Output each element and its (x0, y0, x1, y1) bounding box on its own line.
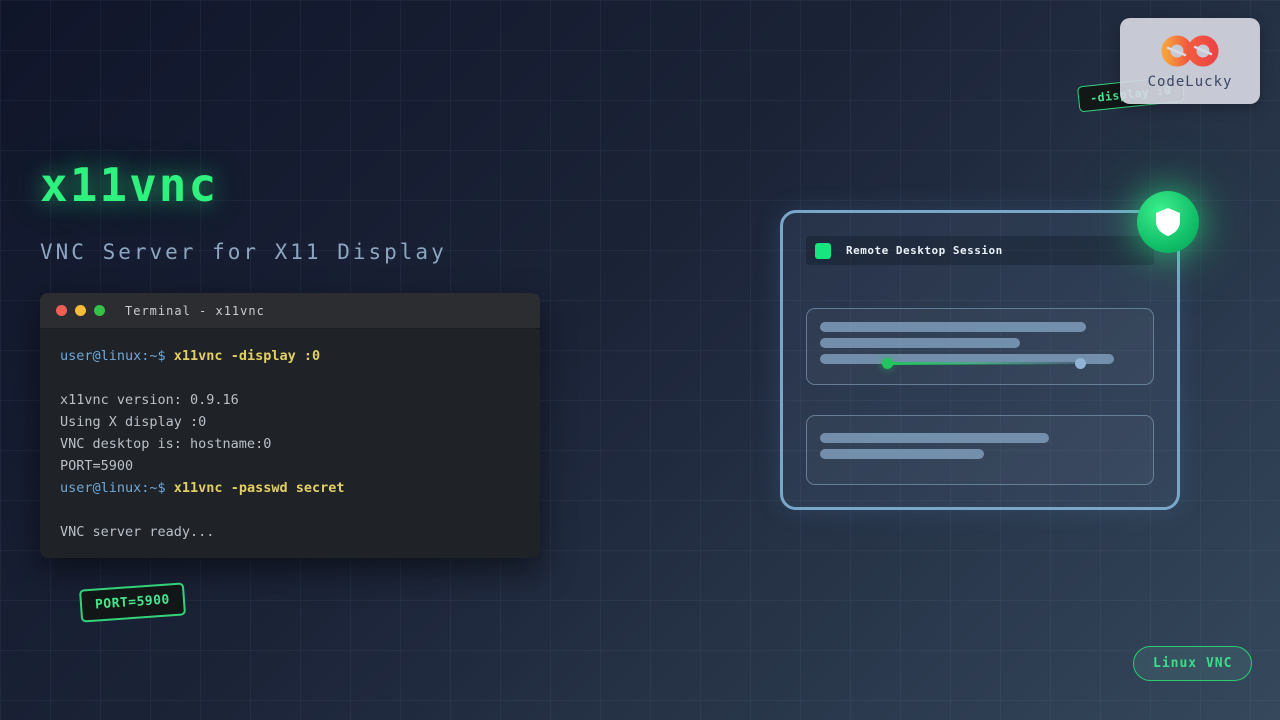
infinity-logo-icon (1158, 32, 1222, 70)
port-tag: PORT=5900 (79, 582, 186, 622)
connection-endpoint-server-dot (882, 358, 893, 369)
close-window-button[interactable] (56, 305, 67, 316)
skeleton-content-box-1 (806, 308, 1154, 385)
hero-section: x11vnc VNC Server for X11 Display (40, 158, 447, 264)
terminal-line: VNC server ready... (60, 521, 520, 543)
linux-vnc-pill-button[interactable]: Linux VNC (1133, 646, 1252, 681)
terminal-line (60, 367, 520, 389)
skeleton-bar (820, 449, 984, 459)
session-header-bar: Remote Desktop Session (806, 236, 1154, 265)
terminal-line: x11vnc version: 0.9.16 (60, 389, 520, 411)
terminal-line: PORT=5900 (60, 455, 520, 477)
status-indicator-icon (815, 243, 831, 259)
terminal-line: Using X display :0 (60, 411, 520, 433)
shield-icon (1153, 206, 1183, 238)
connection-endpoint-client-dot (1075, 358, 1086, 369)
terminal-titlebar: Terminal - x11vnc (40, 293, 540, 329)
skeleton-bar (820, 322, 1086, 332)
skeleton-bar (820, 338, 1020, 348)
connection-line (888, 362, 1081, 365)
terminal-line: user@linux:~$ x11vnc -display :0 (60, 345, 520, 367)
terminal-line (60, 499, 520, 521)
session-header-label: Remote Desktop Session (846, 244, 1003, 257)
terminal-window: Terminal - x11vnc user@linux:~$ x11vnc -… (40, 293, 540, 558)
maximize-window-button[interactable] (94, 305, 105, 316)
terminal-line: VNC desktop is: hostname:0 (60, 433, 520, 455)
minimize-window-button[interactable] (75, 305, 86, 316)
brand-name: CodeLucky (1148, 74, 1233, 90)
connection-row (820, 354, 1140, 364)
brand-card: CodeLucky (1120, 18, 1260, 104)
remote-desktop-panel: Remote Desktop Session (780, 210, 1180, 510)
terminal-title: Terminal - x11vnc (125, 304, 265, 318)
skeleton-content-box-2 (806, 415, 1154, 485)
security-shield-badge (1137, 191, 1199, 253)
terminal-line: user@linux:~$ x11vnc -passwd secret (60, 477, 520, 499)
skeleton-bar (820, 433, 1049, 443)
terminal-body: user@linux:~$ x11vnc -display :0 x11vnc … (40, 329, 540, 558)
page-title: x11vnc (40, 158, 447, 212)
page-subtitle: VNC Server for X11 Display (40, 240, 447, 264)
